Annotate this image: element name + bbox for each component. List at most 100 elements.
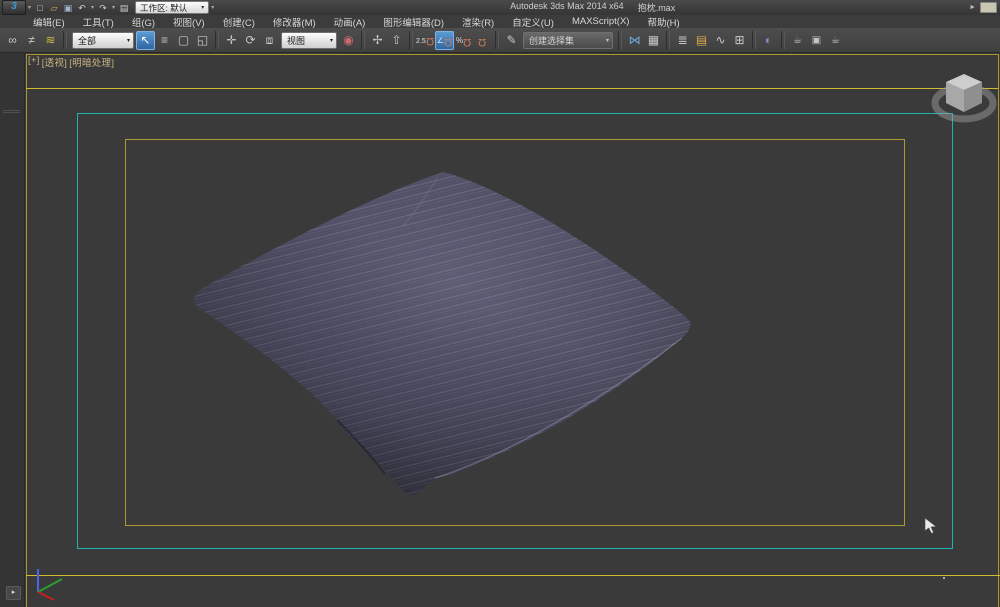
snaps-value-label: 2.5	[416, 32, 426, 51]
main-toolbar: ∞ ≠ ≋ 全部 ▾ ↖ ≡ ▢ ◱ ✛ ⟳ ⧈ 视图 ▾ ◉ ✢ ⇧ 2.5Ω…	[0, 28, 1000, 53]
selection-filter-dropdown[interactable]: 全部 ▾	[72, 32, 134, 49]
named-selection-sets-dropdown[interactable]: 创建选择集 ▾	[523, 32, 613, 49]
menu-modifiers[interactable]: 修改器(M)	[264, 15, 325, 29]
render-production-icon[interactable]: ☕	[826, 31, 845, 50]
docked-toolbar-strip	[0, 53, 25, 607]
spinner-magnet-icon: Ω	[478, 32, 486, 51]
percent-icon: %	[456, 36, 463, 45]
save-file-icon[interactable]: ▣	[61, 1, 75, 15]
menu-create[interactable]: 创建(C)	[214, 15, 264, 29]
application-menu-caret-icon[interactable]: ▾	[26, 4, 33, 11]
undo-icon[interactable]: ↶	[75, 1, 89, 15]
selection-filter-caret-icon: ▾	[119, 37, 130, 44]
percent-snap-toggle-button[interactable]: %Ω	[454, 31, 473, 50]
select-and-manipulate-icon[interactable]: ✢	[368, 31, 387, 50]
coord-system-caret-icon: ▾	[322, 37, 333, 44]
unlink-selection-icon[interactable]: ≠	[22, 31, 41, 50]
menu-customize[interactable]: 自定义(U)	[503, 15, 563, 29]
safe-frame-live-area-bottom	[26, 575, 1000, 576]
menu-group[interactable]: 组(G)	[123, 15, 164, 29]
infocenter-expand-icon[interactable]: ►	[969, 4, 976, 11]
world-axis-tripod	[28, 566, 72, 606]
communication-center-icon[interactable]	[980, 2, 997, 13]
toolbar-separator	[618, 31, 622, 49]
window-title: Autodesk 3ds Max 2014 x64 抱枕.max	[216, 1, 969, 14]
rendered-frame-window-icon[interactable]: ▣	[807, 31, 826, 50]
viewcube[interactable]	[926, 66, 1000, 130]
application-menu-button[interactable]: 3	[2, 0, 26, 15]
angle-magnet-icon: Ω	[444, 33, 452, 50]
workspace-dropdown[interactable]: 工作区: 默认 ▾	[135, 1, 209, 14]
menu-graph-editors[interactable]: 图形编辑器(D)	[374, 15, 453, 29]
select-and-move-icon[interactable]: ✛	[222, 31, 241, 50]
material-editor-icon[interactable]: ◐	[759, 31, 778, 50]
named-selection-sets-value: 创建选择集	[529, 34, 574, 47]
menu-edit[interactable]: 编辑(E)	[24, 15, 74, 29]
axis-y	[38, 579, 62, 592]
rectangular-selection-region-icon[interactable]: ▢	[174, 31, 193, 50]
safe-frame-live-area-top	[26, 88, 998, 89]
coord-system-value: 视图	[287, 34, 305, 47]
scene-explorer-icon[interactable]: ▤	[692, 31, 711, 50]
app-title-text: Autodesk 3ds Max 2014 x64	[510, 1, 624, 14]
toolbar-separator	[409, 31, 413, 49]
use-pivot-point-center-icon[interactable]: ◉	[339, 31, 358, 50]
pillow-model[interactable]	[185, 158, 700, 503]
menu-animation[interactable]: 动画(A)	[325, 15, 375, 29]
keyboard-shortcut-override-icon[interactable]: ⇧	[387, 31, 406, 50]
viewport-pov-menu[interactable]: [透视]	[42, 55, 67, 69]
file-name-text: 抱枕.max	[638, 1, 676, 14]
select-by-name-icon[interactable]: ≡	[155, 31, 174, 50]
redo-icon[interactable]: ↷	[96, 1, 110, 15]
set-project-folder-icon[interactable]: ▤	[117, 1, 131, 15]
render-setup-icon[interactable]: ☕	[788, 31, 807, 50]
axis-x	[38, 592, 54, 600]
redo-caret-icon[interactable]: ▾	[110, 4, 117, 11]
curve-editor-icon[interactable]: ∿	[711, 31, 730, 50]
angle-snap-toggle-button[interactable]: ∠Ω	[435, 31, 454, 50]
quick-access-overflow-caret-icon[interactable]: ▾	[209, 4, 216, 11]
toolbar-separator	[666, 31, 670, 49]
reference-coordinate-system-dropdown[interactable]: 视图 ▾	[281, 32, 337, 49]
mini-expand-button[interactable]: ▸	[6, 586, 21, 600]
snaps-toggle-button[interactable]: 2.5Ω	[416, 31, 435, 50]
viewport-label: [+] [透视] [明暗处理]	[28, 55, 114, 69]
mirror-icon[interactable]: ⋈	[625, 31, 644, 50]
toolbar-separator	[495, 31, 499, 49]
schematic-view-icon[interactable]: ⊞	[730, 31, 749, 50]
select-and-scale-icon[interactable]: ⧈	[260, 31, 279, 50]
selection-filter-value: 全部	[78, 34, 96, 47]
toolbar-separator	[752, 31, 756, 49]
select-and-rotate-icon[interactable]: ⟳	[241, 31, 260, 50]
menu-views[interactable]: 视图(V)	[164, 15, 214, 29]
align-icon[interactable]: ▦	[644, 31, 663, 50]
undo-caret-icon[interactable]: ▾	[89, 4, 96, 11]
new-file-icon[interactable]: □	[33, 1, 47, 15]
toolbar-separator	[361, 31, 365, 49]
snap-magnet-icon: Ω	[426, 31, 434, 50]
percent-magnet-icon: Ω	[463, 32, 471, 51]
toolbar-separator	[215, 31, 219, 49]
toolbar-separator	[781, 31, 785, 49]
open-file-icon[interactable]: ▱	[47, 1, 61, 15]
viewport-artifact-dot	[943, 577, 945, 579]
menu-rendering[interactable]: 渲染(R)	[453, 15, 503, 29]
workspace-dropdown-value: 工作区: 默认	[140, 2, 187, 14]
menu-maxscript[interactable]: MAXScript(X)	[563, 16, 639, 27]
menu-tools[interactable]: 工具(T)	[74, 15, 123, 29]
toolbar-separator	[63, 31, 67, 49]
spinner-snap-toggle-button[interactable]: Ω	[473, 31, 492, 50]
toolbar-grip[interactable]	[3, 110, 20, 114]
angle-icon: ∠	[437, 36, 444, 45]
bind-to-space-warp-icon[interactable]: ≋	[41, 31, 60, 50]
menu-help[interactable]: 帮助(H)	[638, 15, 688, 29]
viewport-general-menu[interactable]: [+]	[28, 55, 40, 69]
window-crossing-icon[interactable]: ◱	[193, 31, 212, 50]
menu-bar: 编辑(E) 工具(T) 组(G) 视图(V) 创建(C) 修改器(M) 动画(A…	[0, 15, 1000, 29]
mouse-cursor	[924, 517, 942, 535]
select-object-button[interactable]: ↖	[136, 31, 155, 50]
edit-named-selection-sets-icon[interactable]: ✎	[502, 31, 521, 50]
viewport-shading-menu[interactable]: [明暗处理]	[69, 55, 114, 69]
select-and-link-icon[interactable]: ∞	[3, 31, 22, 50]
layer-manager-icon[interactable]: ≣	[673, 31, 692, 50]
